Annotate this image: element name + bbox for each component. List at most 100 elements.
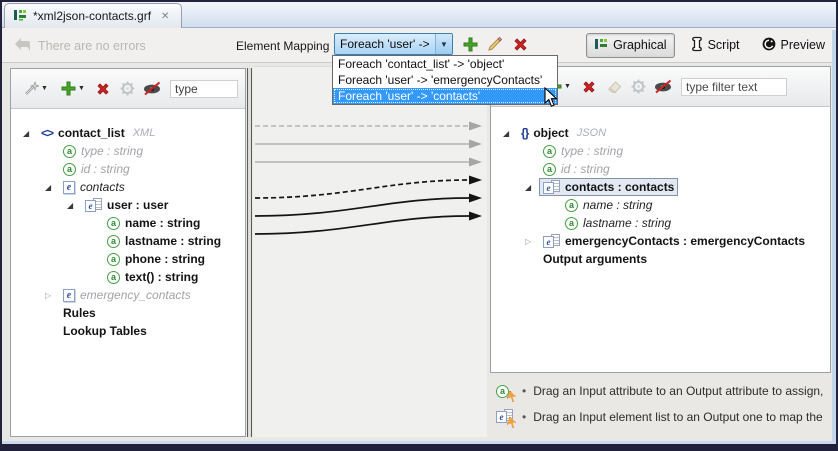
dropdown-option[interactable]: Foreach 'contact_list' -> 'object' [333, 56, 557, 72]
tree-row[interactable]: ◢econtacts : contacts [491, 178, 830, 196]
tree-row[interactable]: alastname : string [11, 232, 245, 250]
mapping-arrowhead [469, 122, 482, 131]
mapping-line[interactable] [255, 198, 469, 216]
hint-row: e•Drag an Input element list to an Outpu… [496, 404, 831, 430]
tree-row[interactable]: ▷eemergency_contacts [11, 286, 245, 304]
graphical-view-button[interactable]: Graphical [586, 33, 675, 58]
input-filter-field[interactable] [170, 80, 238, 98]
tree-node[interactable]: <>contact_listXML [37, 124, 159, 142]
output-tree: ◢{}objectJSONatype : stringaid : string◢… [491, 108, 830, 372]
tree-row[interactable]: alastname : string [491, 214, 830, 232]
tree-row[interactable]: ◢<>contact_listXML [11, 124, 245, 142]
tree-node[interactable]: eemergency_contacts [59, 286, 195, 304]
tree-node-label: id : string [81, 162, 130, 176]
expand-toggle-icon[interactable]: ◢ [45, 183, 59, 192]
expand-toggle-icon[interactable]: ▷ [45, 291, 59, 300]
tree-row[interactable]: ▷eemergencyContacts : emergencyContacts [491, 232, 830, 250]
tree-node[interactable]: Lookup Tables [59, 322, 151, 340]
settings-gear-icon[interactable] [120, 80, 135, 98]
tree-node-label: contacts [80, 180, 125, 194]
mapping-canvas[interactable] [253, 66, 487, 437]
tree-node-label: lastname : string [125, 234, 221, 248]
edit-mapping-button[interactable] [486, 35, 504, 53]
wand-dropdown-icon[interactable]: ▼ [41, 85, 49, 92]
expand-toggle-icon[interactable]: ◢ [525, 183, 539, 192]
tree-node[interactable]: atype : string [539, 142, 627, 160]
tab-xml2json-contacts[interactable]: *xml2json-contacts.grf ✕ [4, 3, 182, 28]
tree-node[interactable]: {}objectJSON [517, 124, 610, 142]
script-icon [690, 36, 703, 55]
tree-row[interactable]: aname : string [11, 214, 245, 232]
tree-node[interactable]: alastname : string [561, 214, 675, 232]
attribute-icon: a [496, 385, 509, 398]
output-filter-field[interactable] [681, 78, 787, 96]
tree-node[interactable]: atype : string [59, 142, 147, 160]
tree-node[interactable]: alastname : string [103, 232, 225, 250]
settings-gear-icon[interactable] [631, 78, 646, 96]
tree-node[interactable]: atext() : string [103, 268, 202, 286]
chevron-down-icon[interactable]: ▼ [435, 34, 452, 54]
preview-view-button[interactable]: Preview [755, 34, 832, 57]
status-text: There are no errors [38, 39, 146, 53]
mapping-line[interactable] [255, 180, 469, 198]
add-node-dropdown-icon[interactable]: ▼ [564, 83, 572, 90]
tree-row[interactable]: atype : string [11, 142, 245, 160]
tree-row[interactable]: ◢{}objectJSON [491, 124, 830, 142]
json-root-icon: {} [521, 126, 528, 140]
eraser-icon[interactable] [606, 78, 623, 96]
hint-text: Drag an Input element list to an Output … [533, 410, 823, 424]
mapping-arrowhead [469, 176, 482, 185]
tree-row[interactable]: atype : string [491, 142, 830, 160]
tree-node[interactable]: econtacts [59, 178, 129, 196]
tree-row[interactable]: ◢econtacts [11, 178, 245, 196]
tree-row[interactable]: aid : string [491, 160, 830, 178]
tree-node[interactable]: aname : string [561, 196, 656, 214]
tab-close-icon[interactable]: ✕ [161, 11, 169, 22]
tree-node[interactable]: Rules [59, 304, 100, 322]
expand-toggle-icon[interactable]: ◢ [67, 201, 81, 210]
tree-row[interactable]: atext() : string [11, 268, 245, 286]
hint-bullet: • [522, 410, 526, 424]
expand-toggle-icon[interactable]: ▷ [525, 237, 539, 246]
tree-node-label: contacts : contacts [565, 180, 674, 194]
tree-row[interactable]: aid : string [11, 160, 245, 178]
tree-row[interactable]: ◢euser : user [11, 196, 245, 214]
tree-node[interactable]: aphone : string [103, 250, 209, 268]
add-node-button[interactable] [61, 80, 76, 98]
dropdown-option[interactable]: Foreach 'user' -> 'emergencyContacts' [333, 72, 557, 88]
expand-toggle-icon[interactable]: ◢ [23, 129, 37, 138]
tree-node-selected[interactable]: econtacts : contacts [539, 178, 678, 196]
tree-node[interactable]: Output arguments [539, 250, 651, 268]
dropdown-option[interactable]: Foreach 'user' -> 'contacts' [333, 88, 557, 104]
preview-icon [762, 37, 776, 54]
panel-splitter[interactable] [247, 68, 252, 437]
delete-mapping-button[interactable] [511, 35, 529, 53]
tree-node[interactable]: aname : string [103, 214, 204, 232]
tree-row[interactable]: aphone : string [11, 250, 245, 268]
tree-node[interactable]: eemergencyContacts : emergencyContacts [539, 232, 809, 250]
script-view-button[interactable]: Script [683, 33, 747, 58]
attribute-drag-icon: a [496, 383, 515, 400]
element-mapping-combobox[interactable]: Foreach 'user' -> ▼ [334, 33, 453, 55]
mapping-line[interactable] [255, 216, 469, 234]
add-mapping-button[interactable] [461, 35, 479, 53]
tree-row[interactable]: Rules [11, 304, 245, 322]
expand-toggle-icon[interactable]: ◢ [503, 129, 517, 138]
hint-text: Drag an Input attribute to an Output att… [533, 384, 823, 398]
remove-node-button[interactable] [96, 80, 110, 98]
tree-node-label: type : string [561, 144, 623, 158]
element-list-icon: e [85, 198, 102, 212]
remove-node-button[interactable] [582, 78, 596, 96]
tree-node[interactable]: aid : string [59, 160, 134, 178]
add-node-dropdown-icon[interactable]: ▼ [78, 85, 86, 92]
tree-node-label: contact_list [58, 126, 125, 140]
hide-unmapped-eye-icon[interactable] [143, 80, 162, 98]
tree-row[interactable]: Lookup Tables [11, 322, 245, 340]
tree-node-label: type : string [81, 144, 143, 158]
hide-unmapped-eye-icon[interactable] [654, 78, 673, 96]
auto-map-wand-icon[interactable] [23, 80, 39, 98]
tree-row[interactable]: Output arguments [491, 250, 830, 268]
tree-node[interactable]: aid : string [539, 160, 614, 178]
tree-row[interactable]: aname : string [491, 196, 830, 214]
tree-node[interactable]: euser : user [81, 196, 172, 214]
